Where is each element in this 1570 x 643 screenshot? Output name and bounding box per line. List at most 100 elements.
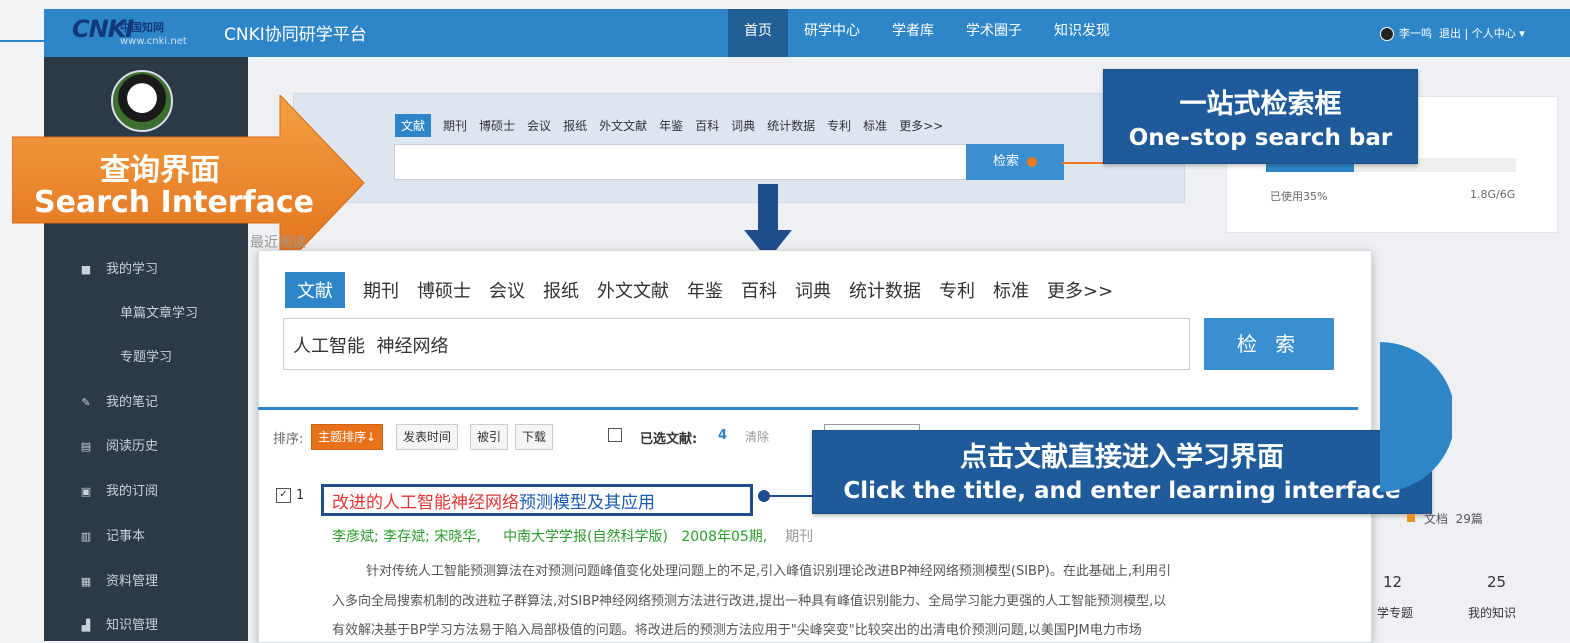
callout-search-box-en: One-stop search bar: [1128, 125, 1393, 151]
cnki-logo-url: www.cnki.net: [120, 36, 187, 47]
stat-value: 12: [1383, 573, 1403, 591]
search-tab[interactable]: 会议: [489, 277, 525, 303]
search-input-value: 人工智能 神经网络: [293, 336, 449, 357]
user-avatar-icon[interactable]: [1380, 27, 1394, 41]
sidebar-item-subscriptions[interactable]: ▣ 我的订阅: [80, 480, 158, 499]
search-tab[interactable]: 外文文献: [597, 277, 669, 303]
stat-value: 25: [1487, 573, 1507, 591]
select-all-checkbox[interactable]: [608, 428, 622, 442]
sort-by-topic-button[interactable]: 主题排序↓: [311, 424, 384, 450]
search-tab[interactable]: 词典: [795, 277, 831, 303]
search-tab[interactable]: 词典: [731, 117, 755, 134]
callout-search-box-zh: 一站式检索框: [1179, 89, 1342, 120]
result-abstract-line: 针对传统人工智能预测算法在对预测问题峰值变化处理问题上的不足,引入峰值识别理论改…: [366, 564, 1172, 579]
search-tab[interactable]: 文献: [395, 114, 432, 137]
result-title-link[interactable]: 改进的人工智能神经网络预测模型及其应用: [332, 488, 655, 513]
search-tab[interactable]: 专利: [827, 117, 851, 134]
result-checkbox[interactable]: ✓: [276, 488, 291, 503]
storage-used-label: 已使用35%: [1270, 190, 1328, 203]
result-title-rest: 预测模型及其应用: [519, 493, 655, 513]
search-tab[interactable]: 文献: [285, 272, 345, 308]
separator: |: [1464, 27, 1469, 40]
sidebar-item-history[interactable]: ▤ 阅读历史: [80, 435, 158, 454]
stat-label[interactable]: 我的知识: [1468, 604, 1516, 621]
callout-search-box: 一站式检索框 One-stop search bar: [1103, 69, 1418, 164]
partial-section-heading: 最近阅读: [250, 235, 306, 251]
cnki-logo-cn: 中国知网: [120, 21, 164, 34]
result-journal[interactable]: 中南大学学报(自然科学版): [503, 529, 668, 545]
selected-label: 已选文献:: [640, 432, 698, 447]
sidebar-item-topic-study[interactable]: 专题学习: [120, 346, 172, 365]
callout-connector: [770, 495, 813, 497]
search-tab[interactable]: 统计数据: [849, 277, 921, 303]
pointer-dot-icon: [1027, 156, 1037, 167]
user-name[interactable]: 李一鸣: [1399, 27, 1432, 40]
sidebar-item-notebook[interactable]: ▥ 记事本: [80, 525, 145, 544]
result-abstract-line: 有效解决基于BP学习方法易于陷入局部极值的问题。将改进后的预测方法应用于"尖峰突…: [332, 623, 1142, 638]
search-tab[interactable]: 百科: [741, 277, 777, 303]
user-area: 李一鸣 退出 | 个人中心 ▾: [1380, 25, 1525, 41]
legend-swatch: [1407, 514, 1415, 522]
callout-connector: [1062, 162, 1105, 164]
storage-size: 1.8G/6G: [1470, 188, 1516, 201]
callout-click-title-zh: 点击文献直接进入学习界面: [960, 442, 1284, 473]
nav-academic-circle[interactable]: 学术圈子: [950, 9, 1038, 57]
selected-count: 4: [718, 428, 728, 443]
search-tab[interactable]: 更多>>: [899, 117, 943, 134]
search-tab[interactable]: 博硕士: [479, 117, 515, 134]
down-arrow-icon: [744, 184, 792, 260]
sort-by-date-button[interactable]: 发表时间: [396, 424, 459, 450]
subscribe-icon: ▣: [80, 485, 92, 498]
search-tab[interactable]: 会议: [527, 117, 551, 134]
search-tab[interactable]: 报纸: [563, 117, 587, 134]
decorative-line: [0, 40, 44, 42]
search-input-small[interactable]: [394, 144, 968, 180]
result-abstract-line: 入多向全局搜索机制的改进粒子群算法,对SIBP神经网络预测方法进行改进,提出一种…: [332, 594, 1167, 609]
result-type: 期刊: [785, 529, 814, 545]
search-tab[interactable]: 博硕士: [417, 277, 471, 303]
result-title-keyword: 改进的人工智能神经网络: [332, 493, 519, 513]
search-tab[interactable]: 外文文献: [599, 117, 647, 134]
search-tab[interactable]: 统计数据: [767, 117, 815, 134]
search-tab[interactable]: 年鉴: [687, 277, 723, 303]
personal-center-link[interactable]: 个人中心: [1472, 27, 1516, 40]
folder-icon: ▦: [80, 575, 92, 588]
search-interface-label-zh: 查询界面: [100, 153, 220, 188]
search-tab[interactable]: 专利: [939, 277, 975, 303]
callout-click-title-en: Click the title, and enter learning inte…: [843, 478, 1401, 504]
chevron-down-icon[interactable]: ▾: [1519, 27, 1525, 40]
search-tabs-small: 文献 期刊 博硕士 会议 报纸 外文文献 年鉴 百科 词典 统计数据 专利 标准 更多>>: [395, 114, 955, 137]
history-icon: ▤: [80, 440, 92, 453]
sidebar-item-knowledge[interactable]: ▟ 知识管理: [80, 614, 158, 633]
nav-scholar-library[interactable]: 学者库: [876, 9, 950, 57]
result-number: 1: [296, 488, 305, 503]
sidebar-item-single-article[interactable]: 单篇文章学习: [120, 302, 198, 321]
sort-label: 排序:: [273, 432, 304, 447]
search-tabs-large: 文献 期刊 博硕士 会议 报纸 外文文献 年鉴 百科 词典 统计数据 专利 标准 更多>>: [285, 272, 1131, 308]
nav-study-center[interactable]: 研学中心: [788, 9, 876, 57]
search-tab[interactable]: 期刊: [363, 277, 399, 303]
search-tab[interactable]: 百科: [695, 117, 719, 134]
sidebar-item-notes[interactable]: ✎ 我的笔记: [80, 391, 158, 410]
search-tab[interactable]: 标准: [993, 277, 1029, 303]
sidebar-item-materials[interactable]: ▦ 资料管理: [80, 570, 158, 589]
platform-title: CNKI协同研学平台: [224, 25, 367, 45]
clear-link[interactable]: 清除: [745, 428, 769, 445]
callout-click-title: 点击文献直接进入学习界面 Click the title, and enter …: [812, 430, 1432, 514]
stat-label[interactable]: 学专题: [1377, 604, 1413, 621]
result-authors[interactable]: 李彦斌; 李存斌; 宋晓华,: [332, 529, 481, 545]
sort-by-download-button[interactable]: 下载: [515, 424, 554, 450]
logout-link[interactable]: 退出: [1439, 27, 1461, 40]
search-tab[interactable]: 报纸: [543, 277, 579, 303]
sort-by-citation-button[interactable]: 被引: [470, 424, 509, 450]
search-tab[interactable]: 年鉴: [659, 117, 683, 134]
result-meta: 李彦斌; 李存斌; 宋晓华, 中南大学学报(自然科学版) 2008年05期, 期…: [332, 526, 813, 546]
result-issue: 2008年05期,: [681, 529, 768, 545]
search-tab[interactable]: 期刊: [443, 117, 467, 134]
nav-home[interactable]: 首页: [728, 9, 788, 57]
nav-knowledge-discovery[interactable]: 知识发现: [1038, 9, 1126, 57]
search-button-large[interactable]: 检 索: [1204, 318, 1334, 370]
search-button-small[interactable]: 检索: [966, 144, 1064, 180]
search-tab[interactable]: 标准: [863, 117, 887, 134]
search-tab[interactable]: 更多>>: [1047, 277, 1113, 303]
